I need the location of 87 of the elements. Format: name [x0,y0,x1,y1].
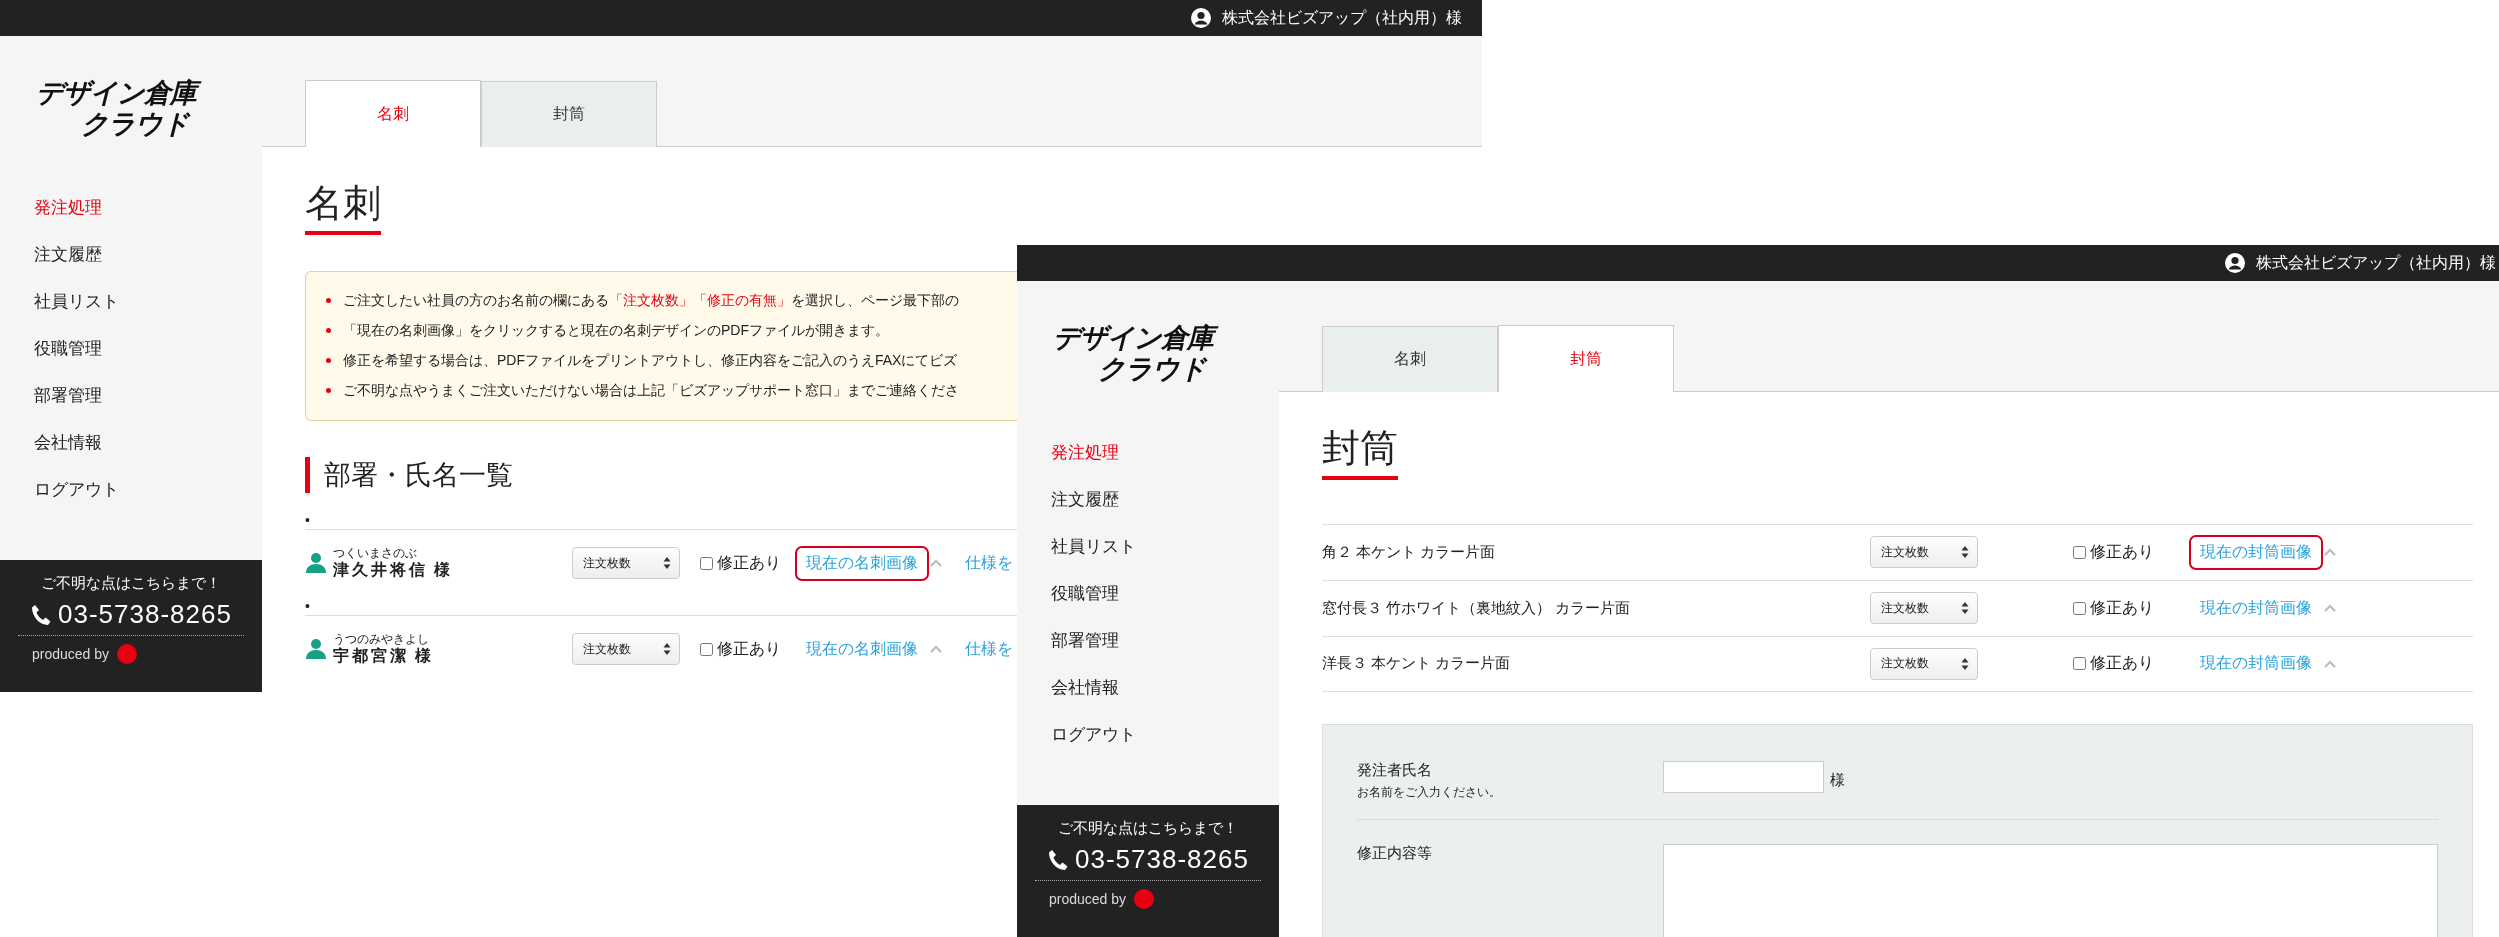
quantity-select[interactable]: 注文枚数 [572,633,680,666]
select-arrows-icon [1961,656,1969,671]
help-title: ご不明な点はこちらまで！ [1058,819,1238,838]
name-reading: つくいまさのぶ [333,545,418,560]
nav-item[interactable]: 役職管理 [0,325,262,372]
name-reading: うつのみやきよし [333,631,430,646]
field-suffix: 様 [1830,771,1845,791]
caret-up-icon [929,558,943,569]
tab[interactable]: 名刺 [305,80,481,147]
revision-checkbox[interactable] [700,556,713,570]
quantity-select[interactable]: 注文枚数 [572,547,680,580]
notice-item: ご注文したい社員の方のお名前の欄にある「注文枚数」「修正の有無」を選択し、ページ最下部の [343,291,959,310]
phone-number: 03-5738-8265 [58,599,232,630]
nav-item[interactable]: 部署管理 [1017,617,1279,664]
phone-icon [30,602,53,627]
person-name: 津久井将信 [333,559,428,580]
person-icon [305,552,327,575]
person-icon [305,638,327,661]
user-icon [2224,252,2246,274]
bullet: • [305,597,310,614]
bullet: • [305,511,310,528]
name-input[interactable] [1663,760,1824,793]
nav-item[interactable]: ログアウト [1017,711,1279,758]
field-label: 修正内容等 [1357,843,1433,863]
nav-item[interactable]: 発注処理 [0,184,262,231]
page-title: 封筒 [1322,426,1398,480]
caret-up-icon [2323,658,2337,669]
caret-up-icon [929,644,943,655]
logo-icon [117,644,138,664]
revision-checkbox[interactable] [2073,657,2086,671]
account-name: 株式会社ビズアップ（社内用）様 [1222,7,1462,28]
quantity-select[interactable]: 注文枚数 [1870,592,1978,625]
phone-icon [1047,847,1070,872]
select-arrows-icon [1961,545,1969,560]
quantity-select[interactable]: 注文枚数 [1870,536,1978,569]
nav-item[interactable]: ログアウト [0,466,262,513]
revision-checkbox[interactable] [2073,545,2086,559]
field-label: 発注者氏名 [1357,760,1433,780]
caret-up-icon [2323,547,2337,558]
notice-item: 「現在の名刺画像」をクリックすると現在の名刺デザインのPDFファイルが開きます。 [343,321,889,340]
product-name: 窓付長３ 竹ホワイト（裏地紋入） カラー片面 [1322,598,1632,618]
tab[interactable]: 封筒 [1498,325,1674,392]
honorific: 様 [434,559,453,580]
nav-item[interactable]: 社員リスト [0,278,262,325]
notice-item: ご不明な点やうまくご注文いただけない場合は上記「ビズアップサポート窓口」までご連絡くださ [343,381,959,400]
caret-up-icon [2323,603,2337,614]
page-title: 名刺 [305,181,381,235]
select-arrows-icon [663,556,671,571]
logo[interactable]: デザイン倉庫 クラウド [0,36,262,184]
checkbox-label: 修正あり [2090,541,2154,562]
user-icon [1190,7,1212,29]
checkbox-label: 修正あり [717,638,781,659]
nav-item[interactable]: 発注処理 [1017,429,1279,476]
notice-item: 修正を希望する場合は、PDFファイルをプリントアウトし、修正内容をご記入のうえFAXにてビズ [343,351,958,370]
nav-item[interactable]: 会社情報 [0,419,262,466]
quantity-select[interactable]: 注文枚数 [1870,647,1978,680]
person-name: 宇都宮潔 [333,645,409,666]
product-name: 洋長３ 本ケント カラー片面 [1322,654,1512,674]
bullet-icon [326,358,331,364]
revision-checkbox[interactable] [700,642,713,656]
help-title: ご不明な点はこちらまで！ [41,574,221,593]
nav-item[interactable]: 部署管理 [0,372,262,419]
honorific: 様 [415,645,434,666]
bullet-icon [326,388,331,394]
nav-item[interactable]: 役職管理 [1017,570,1279,617]
account-name: 株式会社ビズアップ（社内用）様 [2256,252,2496,273]
select-arrows-icon [663,642,671,657]
credit-text: produced by [32,646,110,662]
logo-icon [1134,889,1155,909]
nav-item[interactable]: 注文履歴 [1017,476,1279,523]
nav-item[interactable]: 注文履歴 [0,231,262,278]
bullet-icon [326,298,331,304]
bullet-icon [326,328,331,334]
tab[interactable]: 封筒 [481,81,657,147]
nav-item[interactable]: 社員リスト [1017,523,1279,570]
phone-number: 03-5738-8265 [1075,844,1249,875]
revision-checkbox[interactable] [2073,601,2086,615]
logo[interactable]: デザイン倉庫 クラウド [1017,281,1279,429]
checkbox-label: 修正あり [2090,653,2154,674]
field-hint: お名前をご入力ください。 [1357,783,1502,801]
product-name: 角２ 本ケント カラー片面 [1322,542,1497,562]
credit-text: produced by [1049,891,1127,907]
checkbox-label: 修正あり [717,552,781,573]
select-arrows-icon [1961,601,1969,616]
nav-item[interactable]: 会社情報 [1017,664,1279,711]
tab[interactable]: 名刺 [1322,326,1498,392]
checkbox-label: 修正あり [2090,597,2154,618]
